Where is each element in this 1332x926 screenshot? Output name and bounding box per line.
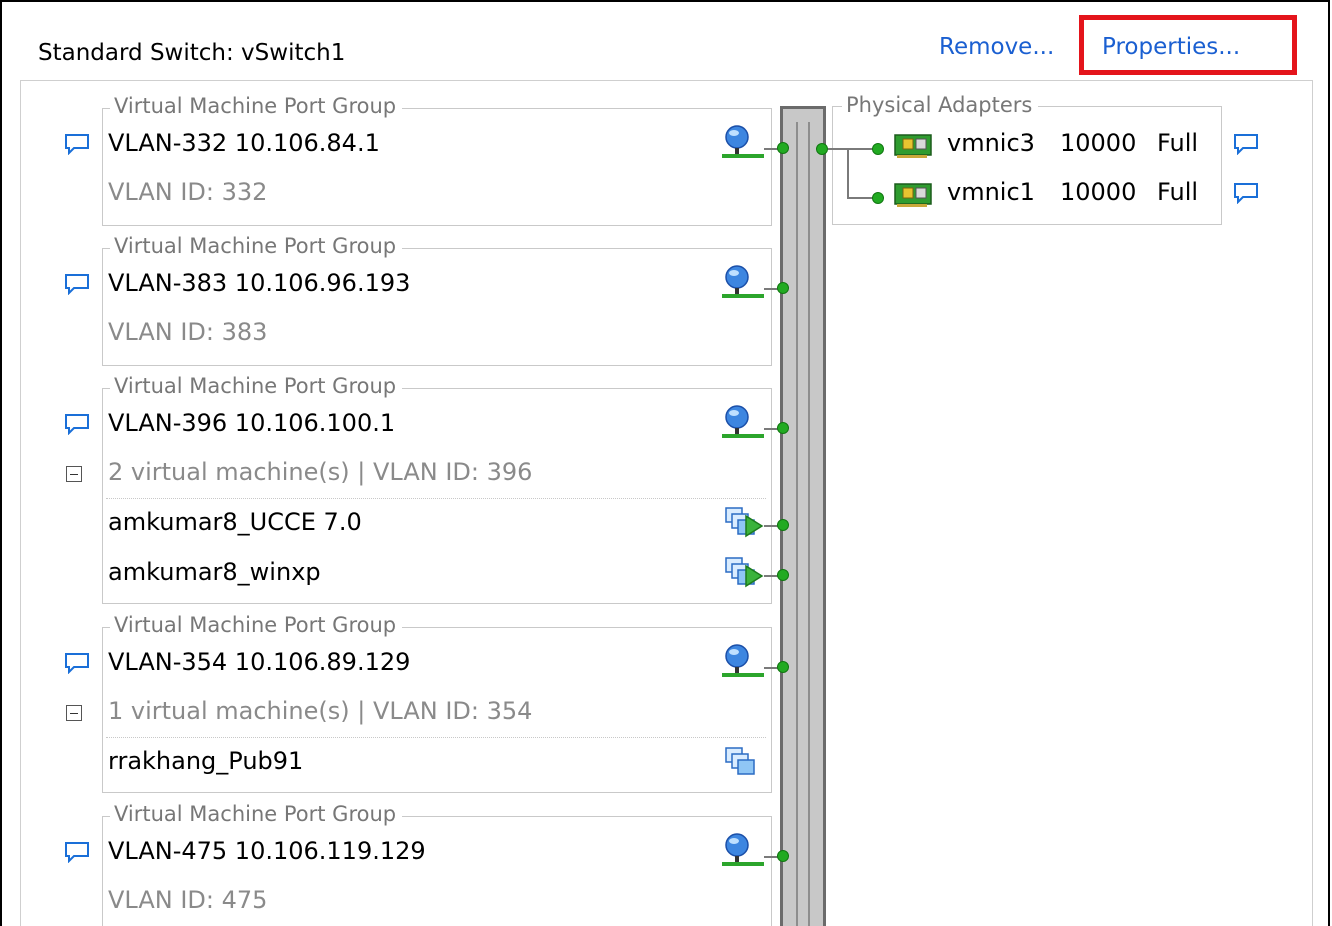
- speech-bubble-icon[interactable]: [1233, 133, 1259, 155]
- remove-link[interactable]: Remove...: [939, 34, 1054, 60]
- bus-inner-line: [808, 122, 810, 926]
- port-connector: [777, 661, 789, 673]
- globe-network-icon: [722, 405, 764, 438]
- port-connector: [777, 519, 789, 531]
- adapter-name[interactable]: vmnic1: [947, 178, 1035, 206]
- adapter-speed: 10000: [1060, 178, 1137, 206]
- uplink-connector: [816, 143, 828, 155]
- port-group-legend: Virtual Machine Port Group: [110, 94, 403, 118]
- globe-network-icon: [722, 125, 764, 158]
- port-group-name[interactable]: VLAN-383 10.106.96.193: [108, 269, 410, 297]
- port-group-box: [102, 248, 772, 366]
- port-connector: [777, 569, 789, 581]
- adapter-name[interactable]: vmnic3: [947, 129, 1035, 157]
- collapse-minus-icon[interactable]: [66, 466, 82, 482]
- speech-bubble-icon[interactable]: [64, 652, 90, 674]
- port-group-info: VLAN ID: 332: [108, 178, 268, 206]
- uplink-wire: [828, 148, 876, 150]
- virtual-machine-icon: [725, 747, 755, 775]
- adapter-duplex: Full: [1157, 178, 1199, 206]
- vm-list-divider: [106, 498, 766, 499]
- adapter-connector: [872, 192, 884, 204]
- properties-highlight: [1079, 15, 1297, 75]
- vm-item[interactable]: rrakhang_Pub91: [108, 747, 303, 775]
- panel-left-border: [20, 80, 21, 926]
- adapter-connector: [872, 143, 884, 155]
- network-card-icon: [894, 183, 932, 207]
- speech-bubble-icon[interactable]: [64, 133, 90, 155]
- port-connector: [777, 142, 789, 154]
- port-group-info: VLAN ID: 475: [108, 886, 268, 914]
- globe-network-icon: [722, 833, 764, 866]
- virtual-machine-icon: [725, 507, 764, 538]
- vm-item[interactable]: amkumar8_UCCE 7.0: [108, 508, 362, 536]
- globe-network-icon: [722, 265, 764, 298]
- adapter-duplex: Full: [1157, 129, 1199, 157]
- port-connector: [777, 422, 789, 434]
- port-group-name[interactable]: VLAN-396 10.106.100.1: [108, 409, 395, 437]
- uplink-wire: [847, 148, 849, 198]
- port-group-legend: Virtual Machine Port Group: [110, 234, 403, 258]
- switch-title: Standard Switch: vSwitch1: [38, 40, 346, 66]
- virtual-machine-icon: [725, 557, 764, 588]
- port-group-legend: Virtual Machine Port Group: [110, 374, 403, 398]
- port-group-legend: Virtual Machine Port Group: [110, 802, 403, 826]
- port-group-info: VLAN ID: 383: [108, 318, 268, 346]
- port-group-box: [102, 108, 772, 226]
- header-divider: [20, 80, 1312, 81]
- speech-bubble-icon[interactable]: [1233, 182, 1259, 204]
- bus-inner-line: [796, 122, 798, 926]
- adapter-speed: 10000: [1060, 129, 1137, 157]
- port-group-info: 2 virtual machine(s) | VLAN ID: 396: [108, 458, 533, 486]
- vswitch-panel: Standard Switch: vSwitch1 Remove... Prop…: [0, 0, 1330, 926]
- port-group-legend: Virtual Machine Port Group: [110, 613, 403, 637]
- physical-adapters-legend: Physical Adapters: [842, 93, 1039, 117]
- port-group-name[interactable]: VLAN-354 10.106.89.129: [108, 648, 410, 676]
- panel-right-border: [1312, 80, 1313, 926]
- collapse-minus-icon[interactable]: [66, 705, 82, 721]
- vm-list-divider: [106, 737, 766, 738]
- port-group-name[interactable]: VLAN-332 10.106.84.1: [108, 129, 380, 157]
- physical-adapters-box: [832, 106, 1222, 225]
- speech-bubble-icon[interactable]: [64, 841, 90, 863]
- port-connector: [777, 282, 789, 294]
- port-connector: [777, 850, 789, 862]
- switch-bus: [780, 106, 826, 926]
- speech-bubble-icon[interactable]: [64, 273, 90, 295]
- network-card-icon: [894, 134, 932, 158]
- speech-bubble-icon[interactable]: [64, 413, 90, 435]
- port-group-info: 1 virtual machine(s) | VLAN ID: 354: [108, 697, 533, 725]
- globe-network-icon: [722, 644, 764, 677]
- port-group-name[interactable]: VLAN-475 10.106.119.129: [108, 837, 426, 865]
- vm-item[interactable]: amkumar8_winxp: [108, 558, 321, 586]
